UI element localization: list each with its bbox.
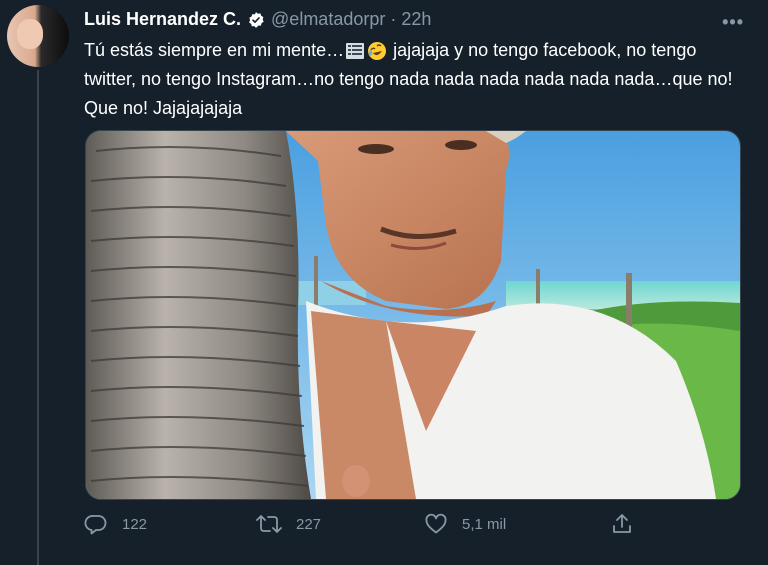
more-options-icon[interactable]: ••• [722, 12, 744, 33]
tweet-photo[interactable] [85, 130, 741, 500]
heart-icon [425, 513, 447, 534]
retweet-count: 227 [296, 515, 322, 533]
reply-button[interactable]: 122 [84, 512, 147, 536]
retweet-icon [256, 515, 282, 533]
tweet-text: Tú estás siempre en mi mente… jajajaja y… [84, 36, 744, 123]
share-button[interactable] [610, 512, 634, 536]
share-icon [613, 514, 631, 533]
reply-count: 122 [122, 515, 148, 533]
verified-badge-icon [247, 11, 265, 29]
tweet[interactable]: Luis Hernandez C. @elmatadorpr · 22h •••… [0, 0, 768, 565]
author-name[interactable]: Luis Hernandez C. [84, 9, 241, 30]
tweet-time[interactable]: 22h [401, 9, 431, 30]
tweet-actions: 122 227 5,1 mil [84, 512, 644, 546]
photo-illustration [86, 131, 740, 499]
tweet-text-part1: Tú estás siempre en mi mente… [84, 40, 345, 60]
rolling-laughing-face-icon [368, 42, 387, 61]
like-button[interactable]: 5,1 mil [424, 512, 506, 536]
memo-icon [346, 43, 365, 60]
thread-line [37, 70, 39, 565]
like-count: 5,1 mil [462, 515, 507, 533]
retweet-button[interactable]: 227 [256, 512, 321, 536]
avatar[interactable] [7, 5, 69, 67]
tweet-header: Luis Hernandez C. @elmatadorpr · 22h [84, 9, 431, 30]
avatar-face [17, 19, 43, 49]
author-handle[interactable]: @elmatadorpr [271, 9, 385, 30]
separator-dot: · [390, 9, 397, 29]
reply-icon [84, 515, 107, 535]
